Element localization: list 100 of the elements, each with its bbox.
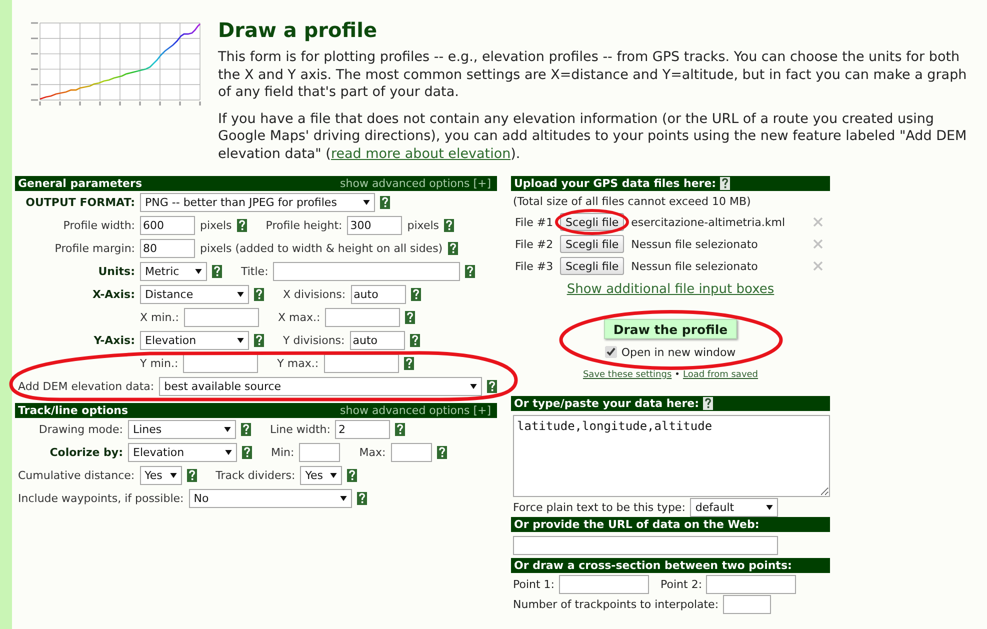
text-input[interactable] — [299, 443, 340, 462]
text-input[interactable]: 300 — [347, 216, 402, 235]
help-icon[interactable] — [465, 265, 476, 278]
section-title: Or provide the URL of data on the Web: — [514, 518, 760, 531]
field-label: Y divisions: — [283, 334, 345, 347]
text-input[interactable]: auto — [350, 331, 405, 350]
help-icon[interactable] — [702, 397, 713, 410]
choose-file-button[interactable]: Scegli file — [560, 257, 624, 275]
field-label: Y max.: — [277, 357, 319, 370]
help-icon[interactable] — [242, 446, 252, 459]
section-title: Upload your GPS data files here: — [514, 177, 716, 190]
caret-icon — [340, 496, 347, 501]
advanced-options-link[interactable]: show advanced options [+] — [340, 404, 491, 417]
dropdown[interactable]: PNG -- better than JPEG for profiles — [140, 193, 375, 212]
help-icon[interactable] — [410, 334, 420, 347]
field-label: Min: — [271, 446, 294, 459]
field-label: Force plain text to be this type: — [513, 500, 686, 514]
help-icon[interactable] — [241, 423, 251, 436]
checkbox-label: Open in new window — [621, 346, 736, 358]
text-input[interactable]: 2 — [335, 420, 390, 439]
field-label: Number of trackpoints to interpolate: — [513, 598, 719, 611]
choose-file-button[interactable]: Scegli file — [560, 235, 624, 253]
caret-icon — [237, 292, 244, 297]
read-more-link[interactable]: read more about elevation — [330, 146, 511, 162]
field-label: Max: — [359, 446, 386, 459]
field-label: X min.: — [140, 311, 179, 324]
section-title: General parameters — [18, 177, 142, 190]
text-input[interactable] — [390, 443, 432, 462]
load-saved-link[interactable]: Load from saved — [682, 370, 758, 380]
help-icon[interactable] — [356, 492, 367, 505]
caret-icon — [224, 427, 231, 432]
page-title: Draw a profile — [218, 17, 378, 43]
field-label: Profile margin: — [54, 242, 135, 255]
show-more-files-link[interactable]: Show additional file input boxes — [566, 282, 774, 296]
text-input[interactable] — [706, 574, 796, 594]
separator-bullet: • — [674, 370, 680, 380]
help-icon[interactable] — [236, 219, 247, 232]
dropdown[interactable]: Metric — [140, 262, 207, 281]
text-input[interactable] — [184, 308, 259, 327]
file-label: File #1 — [515, 216, 554, 228]
dropdown[interactable]: Elevation — [140, 331, 249, 350]
field-label: X max.: — [278, 311, 320, 324]
dropdown[interactable]: No — [188, 489, 352, 508]
text-input[interactable] — [722, 595, 771, 614]
url-input[interactable] — [513, 536, 778, 555]
text-input[interactable] — [324, 354, 399, 373]
text-input[interactable] — [183, 354, 258, 373]
help-icon[interactable] — [404, 357, 414, 370]
unit-text: pixels (added to width & height on all sides) — [200, 242, 443, 255]
help-icon[interactable] — [436, 446, 447, 459]
caret-icon — [195, 269, 202, 274]
field-label: Line width: — [270, 423, 330, 436]
text-input[interactable]: 600 — [140, 216, 195, 235]
dropdown[interactable]: Yes — [140, 466, 182, 485]
help-icon[interactable] — [405, 311, 416, 324]
help-icon[interactable] — [487, 380, 498, 393]
field-label: Profile width: — [62, 219, 135, 232]
help-icon[interactable] — [212, 265, 222, 278]
draw-profile-button[interactable]: Draw the profile — [604, 319, 737, 339]
caret-icon — [363, 200, 370, 205]
help-icon[interactable] — [410, 288, 421, 301]
help-icon[interactable] — [347, 469, 358, 482]
save-settings-link[interactable]: Save these settings — [582, 370, 672, 380]
field-label: Point 2: — [660, 578, 702, 590]
text-input[interactable] — [273, 262, 460, 281]
text-input[interactable] — [325, 308, 400, 327]
text-input[interactable]: auto — [350, 285, 406, 304]
field-label: Track dividers: — [216, 469, 296, 482]
dropdown[interactable]: Distance — [140, 285, 249, 304]
dropdown[interactable]: default — [690, 498, 778, 516]
text-input[interactable]: 80 — [140, 239, 195, 258]
dropdown[interactable]: best available source — [159, 377, 482, 396]
help-icon[interactable] — [254, 288, 264, 301]
file-label: File #2 — [515, 238, 554, 250]
advanced-options-link[interactable]: show advanced options [+] — [340, 177, 491, 190]
help-icon[interactable] — [448, 242, 458, 255]
dropdown[interactable]: Yes — [300, 466, 342, 485]
unit-text: pixels — [407, 219, 439, 232]
field-label: Units: — [97, 265, 135, 278]
help-icon[interactable] — [395, 423, 406, 436]
help-icon[interactable] — [444, 219, 454, 232]
field-label: Title: — [241, 265, 268, 278]
checkbox[interactable] — [605, 346, 618, 358]
field-label: Drawing mode: — [38, 423, 123, 436]
data-textarea[interactable]: latitude,longitude,altitude — [513, 415, 830, 497]
dropdown[interactable]: Elevation — [128, 443, 237, 462]
field-label: Y min.: — [140, 357, 178, 370]
field-label: Y-Axis: — [92, 334, 135, 347]
dropdown[interactable]: Lines — [128, 420, 236, 439]
help-icon[interactable] — [186, 469, 197, 482]
text-input[interactable] — [558, 574, 649, 594]
field-label: Profile height: — [266, 219, 342, 232]
intro-paragraph: If you have a file that does not contain any elevation information (or the URL of a route you created using Google Maps' driving directions), you can add altitudes to your points using the new feature labeled "Add DEM elevation data" (read more about elevation). — [218, 110, 968, 163]
help-icon[interactable] — [254, 334, 264, 347]
help-icon[interactable] — [720, 177, 730, 190]
caret-icon — [225, 450, 232, 455]
caret-icon — [237, 338, 244, 343]
help-icon[interactable] — [380, 196, 390, 209]
field-label: X-Axis: — [92, 288, 135, 301]
unit-text: pixels — [200, 219, 232, 232]
